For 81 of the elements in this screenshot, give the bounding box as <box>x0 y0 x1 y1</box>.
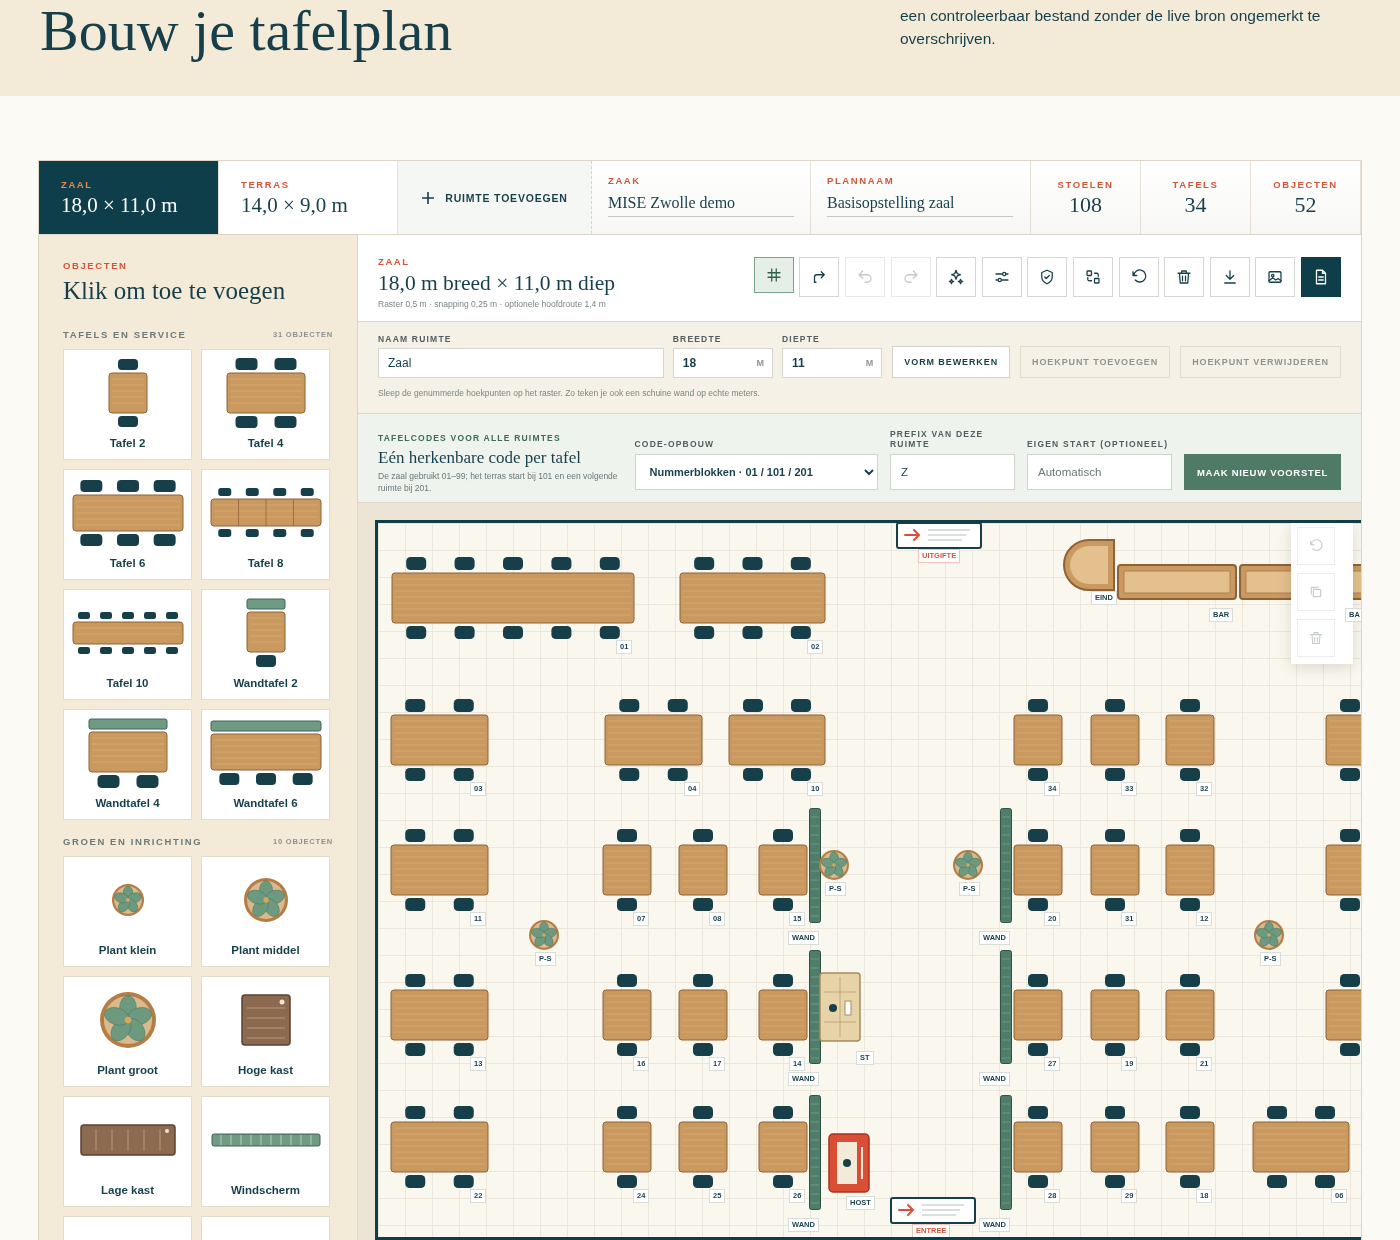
unit-label: M <box>756 358 765 368</box>
field-label: CODE-OPBOUW <box>634 439 716 449</box>
palette-item[interactable]: Lage kast <box>63 1095 192 1207</box>
section-title: TAFELS EN SERVICE <box>63 328 187 340</box>
section-title: GROEN EN INRICHTING <box>63 835 203 847</box>
prefix-field[interactable]: Z <box>890 454 1015 490</box>
swap-icon <box>1084 268 1103 286</box>
undo-icon <box>856 268 875 286</box>
stat-label: TAFELS <box>1172 179 1219 190</box>
unit-label: M <box>865 358 874 368</box>
palette-item[interactable]: Wandtafel 6 <box>201 708 330 820</box>
palette-item[interactable]: Wandtafel 2 <box>201 588 330 700</box>
cabinet-drawing <box>240 994 291 1046</box>
palette-item[interactable]: Tafel 4 <box>201 348 330 460</box>
room-title: 18,0 m breed × 11,0 m diep <box>378 271 616 296</box>
field-label: PREFIX VAN DEZE RUIMTE <box>890 429 985 449</box>
palette-title: Klik om toe te voegen <box>63 277 287 305</box>
stat-value: 52 <box>1294 192 1317 218</box>
text-field[interactable]: Zaal <box>378 348 664 378</box>
text-field[interactable]: Basisopstelling zaal <box>827 192 1013 217</box>
toolbar-button[interactable] <box>753 257 794 293</box>
start-field[interactable]: Automatisch <box>1027 454 1172 490</box>
toolbar-button[interactable] <box>1301 257 1341 297</box>
room-tab[interactable]: ZAAL 18,0 × 11,0 m <box>39 161 219 234</box>
field-label: BREEDTE <box>672 334 723 344</box>
plant-drawing <box>110 883 145 917</box>
bar-end-drawing <box>1062 538 1116 592</box>
codes-eyebrow: TAFELCODES VOOR ALLE RUIMTES <box>378 433 561 443</box>
trash-icon <box>1175 268 1194 286</box>
page-title: Bouw je tafelplan <box>40 0 453 60</box>
plant-drawing <box>818 849 850 881</box>
field-label: ZAAK <box>608 175 642 186</box>
field-label: PLANNAAM <box>827 175 896 186</box>
redo-icon <box>901 268 920 286</box>
palette-item[interactable]: Tafel 10 <box>63 588 192 700</box>
palette-item[interactable]: Wandtafel 4 <box>63 708 192 820</box>
text-field[interactable]: MISE Zwolle demo <box>608 192 794 217</box>
intro-text: een controleerbaar bestand zonder de live bron ongemerkt te overschrijven. <box>900 6 1322 50</box>
add-room-button[interactable]: RUIMTE TOEVOEGEN <box>398 161 592 234</box>
grid-icon <box>764 266 783 284</box>
field-label: DIEPTE <box>782 334 821 344</box>
host-stand-drawing <box>828 1133 870 1193</box>
hint-text: Sleep de genummerde hoekpunten op het raster. Zo teken je ook een schuine wand op echte meters. <box>378 388 761 398</box>
table-drawing <box>106 357 149 429</box>
trash-icon <box>1308 630 1324 646</box>
codes-title: Eén herkenbare code per tafel <box>378 448 582 468</box>
plant-drawing <box>98 991 157 1049</box>
field-label: EIGEN START (OPTIONEEL) <box>1027 439 1170 449</box>
wall-table-drawing <box>244 597 287 669</box>
plant-drawing <box>952 849 984 881</box>
palette-item[interactable]: Plant middel <box>201 855 330 967</box>
room-eyebrow: ZAAL <box>378 256 410 267</box>
stat-label: STOELEN <box>1057 179 1114 190</box>
rotate-icon <box>1129 268 1148 286</box>
palette-item[interactable]: Windscherm <box>201 1095 330 1207</box>
code-structure-select[interactable]: Nummerblokken · 01 / 101 / 201 <box>634 454 878 490</box>
plus-icon <box>421 190 436 205</box>
palette-item[interactable]: Plant groot <box>63 975 192 1087</box>
room-tab[interactable]: TERRAS 14,0 × 9,0 m <box>219 161 398 234</box>
copy-icon <box>1308 584 1324 600</box>
rotate-icon <box>1308 538 1324 554</box>
room-meta: Raster 0,5 m · snapping 0,25 m · optionele hoofdroute 1,4 m <box>378 299 607 309</box>
image-icon <box>1266 268 1285 286</box>
stat-value: 34 <box>1184 192 1207 218</box>
palette-item[interactable]: Plant klein <box>63 855 192 967</box>
palette-item[interactable]: Tafel 6 <box>63 468 192 580</box>
codes-description: De zaal gebruikt 01–99; het terras start bij 101 en een volgende ruimte bij 201. <box>378 470 619 495</box>
sparkles-icon <box>947 268 966 286</box>
palette-eyebrow: OBJECTEN <box>63 260 129 271</box>
palette-item[interactable]: Tafel 8 <box>201 468 330 580</box>
new-proposal-button[interactable]: MAAK NIEUW VOORSTEL <box>1184 454 1341 490</box>
palette-item[interactable]: Hoge kast <box>201 975 330 1087</box>
palette-item[interactable]: Tafel 2 <box>63 348 192 460</box>
plant-drawing <box>528 919 560 951</box>
form-button[interactable]: VORM BEWERKEN <box>892 346 1011 378</box>
plant-drawing <box>242 877 289 923</box>
stat-value: 108 <box>1069 192 1102 218</box>
stat-label: OBJECTEN <box>1273 179 1338 190</box>
station-drawing <box>819 972 861 1042</box>
plant-drawing <box>1253 919 1285 951</box>
field-label: NAAM RUIMTE <box>378 334 453 344</box>
